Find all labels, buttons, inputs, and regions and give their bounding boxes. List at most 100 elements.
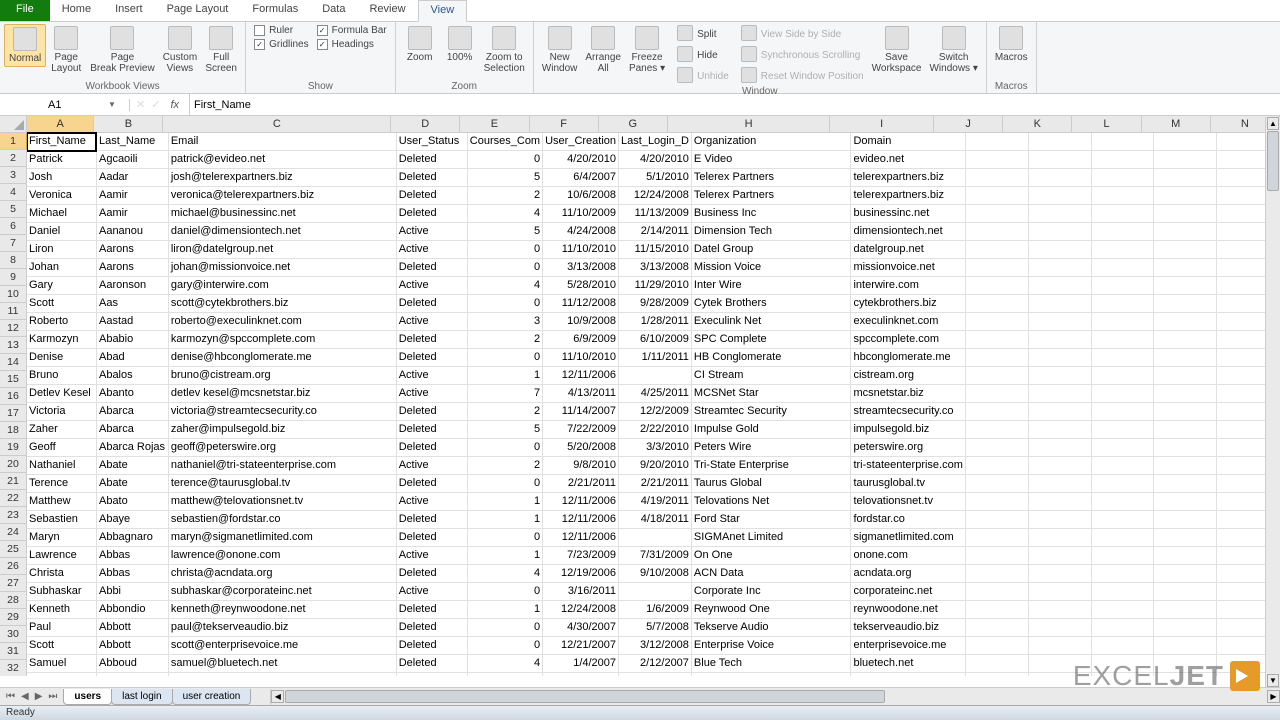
cell[interactable]: telovationsnet.tv xyxy=(851,493,965,511)
row-header[interactable]: 4 xyxy=(0,184,27,201)
cell[interactable]: CI Stream xyxy=(691,367,851,385)
cell[interactable]: 6/10/2009 xyxy=(619,331,692,349)
cell[interactable] xyxy=(1028,169,1091,187)
row-header[interactable]: 13 xyxy=(0,337,27,354)
row-header[interactable]: 16 xyxy=(0,388,27,405)
cell[interactable]: Abarca xyxy=(96,403,168,421)
cell[interactable] xyxy=(965,493,1028,511)
cell[interactable] xyxy=(1154,493,1217,511)
cell[interactable] xyxy=(1028,511,1091,529)
cell[interactable]: Deleted xyxy=(396,475,467,493)
cell[interactable]: interwire.com xyxy=(851,277,965,295)
cell[interactable]: bluetech.net xyxy=(851,655,965,673)
cell[interactable] xyxy=(1028,457,1091,475)
cell[interactable] xyxy=(1091,241,1154,259)
cell[interactable] xyxy=(965,223,1028,241)
cell[interactable] xyxy=(1091,439,1154,457)
cell[interactable]: impulsegold.biz xyxy=(851,421,965,439)
cell[interactable]: businessinc.net xyxy=(851,205,965,223)
cell[interactable] xyxy=(1028,583,1091,601)
cell[interactable] xyxy=(965,475,1028,493)
cell[interactable]: 12/19/2006 xyxy=(543,565,619,583)
cell[interactable]: Abad xyxy=(96,349,168,367)
cell[interactable]: execulinknet.com xyxy=(851,313,965,331)
cell[interactable]: maryn@sigmanetlimited.com xyxy=(168,529,396,547)
cell[interactable]: 4/13/2011 xyxy=(543,385,619,403)
cell[interactable]: gary@interwire.com xyxy=(168,277,396,295)
cell[interactable]: Geoff xyxy=(27,439,96,457)
switch-windows-button[interactable]: SwitchWindows ▾ xyxy=(925,24,981,76)
cell[interactable]: sebastien@fordstar.co xyxy=(168,511,396,529)
last-sheet-icon[interactable]: ⏭ xyxy=(46,691,59,702)
cell[interactable]: Blue Tech xyxy=(691,655,851,673)
cell[interactable]: tri-stateenterprise.com xyxy=(851,457,965,475)
cell[interactable]: lawrence@onone.com xyxy=(168,547,396,565)
save-workspace-button[interactable]: SaveWorkspace xyxy=(868,24,926,76)
cell[interactable] xyxy=(965,619,1028,637)
cell[interactable] xyxy=(965,655,1028,673)
cell[interactable]: scott@enterprisevoice.me xyxy=(168,637,396,655)
cell[interactable]: 0 xyxy=(467,619,542,637)
cell[interactable]: Aarons xyxy=(96,259,168,277)
cell[interactable] xyxy=(1154,475,1217,493)
cell[interactable]: corporateinc.net xyxy=(851,583,965,601)
cell[interactable]: peterswire.org xyxy=(851,439,965,457)
cell[interactable]: 5/20/2008 xyxy=(543,439,619,457)
cell[interactable]: 12/11/2006 xyxy=(543,511,619,529)
cell[interactable] xyxy=(965,637,1028,655)
next-sheet-icon[interactable]: ▶ xyxy=(33,691,45,702)
row-header[interactable]: 25 xyxy=(0,541,27,558)
cell[interactable] xyxy=(1091,259,1154,277)
cell[interactable]: 1 xyxy=(467,511,542,529)
cell[interactable] xyxy=(1154,439,1217,457)
cell[interactable]: 12/21/2007 xyxy=(543,637,619,655)
cell[interactable]: 7/23/2009 xyxy=(543,547,619,565)
cell[interactable] xyxy=(1091,331,1154,349)
cell[interactable] xyxy=(965,601,1028,619)
cell[interactable]: telerexpartners.biz xyxy=(851,187,965,205)
cell[interactable]: paul@tekserveaudio.biz xyxy=(168,619,396,637)
row-header[interactable]: 27 xyxy=(0,575,27,592)
cell[interactable]: 5/7/2008 xyxy=(619,619,692,637)
cell[interactable]: matthew@telovationsnet.tv xyxy=(168,493,396,511)
col-header-B[interactable]: B xyxy=(94,116,163,133)
cell[interactable]: Abanto xyxy=(96,385,168,403)
cell[interactable] xyxy=(965,133,1028,151)
cell[interactable]: Daniel xyxy=(27,223,96,241)
cell[interactable] xyxy=(965,151,1028,169)
cell[interactable] xyxy=(1154,457,1217,475)
cell[interactable]: Johan xyxy=(27,259,96,277)
headings-checkbox[interactable]: ✓Headings xyxy=(313,38,391,51)
cell[interactable]: Abalos xyxy=(96,367,168,385)
cell[interactable]: Active xyxy=(396,313,467,331)
cell[interactable]: detlev kesel@mcsnetstar.biz xyxy=(168,385,396,403)
tab-file[interactable]: File xyxy=(0,0,50,21)
cell[interactable] xyxy=(965,673,1028,677)
cell[interactable] xyxy=(965,421,1028,439)
cell[interactable]: Abbagnaro xyxy=(96,529,168,547)
cell[interactable]: Zaher xyxy=(27,421,96,439)
cell[interactable]: Active xyxy=(396,367,467,385)
cell[interactable] xyxy=(1091,277,1154,295)
row-header[interactable]: 14 xyxy=(0,354,27,371)
cell[interactable]: bruno@cistream.org xyxy=(168,367,396,385)
cell[interactable] xyxy=(1154,619,1217,637)
cell[interactable] xyxy=(1154,529,1217,547)
cell[interactable] xyxy=(1091,403,1154,421)
cell[interactable]: Last_Name xyxy=(96,133,168,151)
row-header[interactable]: 12 xyxy=(0,320,27,337)
100--button[interactable]: 100% xyxy=(440,24,480,65)
cell[interactable] xyxy=(1154,583,1217,601)
cell[interactable]: victoria@streamtecsecurity.co xyxy=(168,403,396,421)
cell[interactable]: Abbott xyxy=(96,619,168,637)
cell[interactable]: 0 xyxy=(467,529,542,547)
cell[interactable]: 6/9/2009 xyxy=(543,331,619,349)
cell[interactable]: roberto@execulinknet.com xyxy=(168,313,396,331)
cell[interactable]: Active xyxy=(396,277,467,295)
cell[interactable]: josh@telerexpartners.biz xyxy=(168,169,396,187)
cell[interactable]: onone.com xyxy=(851,547,965,565)
cell[interactable] xyxy=(1154,205,1217,223)
cell[interactable]: 11/10/2010 xyxy=(543,349,619,367)
cell[interactable]: kenneth@reynwoodone.net xyxy=(168,601,396,619)
cell[interactable]: Victoria xyxy=(27,403,96,421)
